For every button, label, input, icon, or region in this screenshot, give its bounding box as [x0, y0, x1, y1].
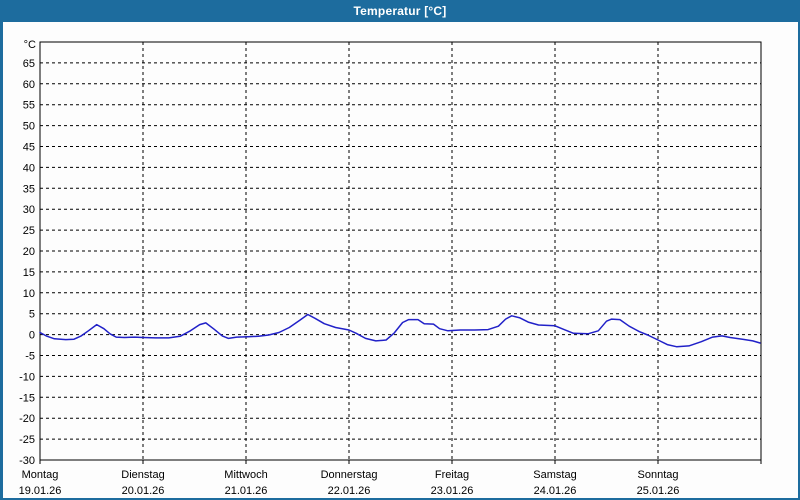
x-date-label: 20.01.26	[122, 485, 165, 497]
y-tick-label: 40	[23, 162, 35, 174]
x-day-label: Dienstag	[121, 469, 164, 481]
x-day-label: Donnerstag	[321, 469, 378, 481]
x-day-label: Sonntag	[638, 469, 679, 481]
x-date-label: 24.01.26	[534, 485, 577, 497]
y-tick-label: 65	[23, 58, 35, 70]
y-tick-label: 30	[23, 204, 35, 216]
y-tick-label: 0	[29, 330, 35, 342]
window-title: Temperatur [°C]	[353, 4, 447, 18]
y-tick-label: -10	[19, 371, 35, 383]
y-tick-label: 15	[23, 267, 35, 279]
app-window: Temperatur [°C] 65 60 55 50 45 40 35 30 25 20 15 10…	[0, 0, 800, 500]
y-tick-label: -20	[19, 413, 35, 425]
y-tick-label: 10	[23, 288, 35, 300]
x-date-label: 22.01.26	[328, 485, 371, 497]
x-day-label: Samstag	[533, 469, 576, 481]
y-tick-label: -15	[19, 392, 35, 404]
y-tick-label: 60	[23, 79, 35, 91]
x-day-label: Mittwoch	[224, 469, 267, 481]
temperature-line-chart: 65605550454035302520151050-5-10-15-20-25…	[19, 39, 762, 497]
y-tick-label: 50	[23, 121, 35, 133]
x-date-label: 21.01.26	[225, 485, 268, 497]
x-date-label: 19.01.26	[19, 485, 62, 497]
window-titlebar: Temperatur [°C]	[0, 0, 800, 22]
y-tick-label: -25	[19, 434, 35, 446]
temperature-series-line	[39, 313, 761, 348]
chart-panel: 65 60 55 50 45 40 35 30 25 20 15 10 5 0 -5 -10 -15 -20 -25…	[3, 22, 798, 498]
y-axis-unit-label: °C	[24, 39, 36, 51]
y-tick-label: 45	[23, 142, 35, 154]
y-tick-label: 25	[23, 225, 35, 237]
y-tick-label: 35	[23, 183, 35, 195]
y-tick-label: 55	[23, 100, 35, 112]
y-tick-label: -5	[25, 351, 35, 363]
x-day-label: Montag	[22, 469, 59, 481]
x-date-label: 25.01.26	[637, 485, 680, 497]
x-date-label: 23.01.26	[431, 485, 474, 497]
y-tick-label: -30	[19, 455, 35, 467]
y-tick-label: 5	[29, 309, 35, 321]
x-day-label: Freitag	[435, 469, 469, 481]
y-tick-label: 20	[23, 246, 35, 258]
